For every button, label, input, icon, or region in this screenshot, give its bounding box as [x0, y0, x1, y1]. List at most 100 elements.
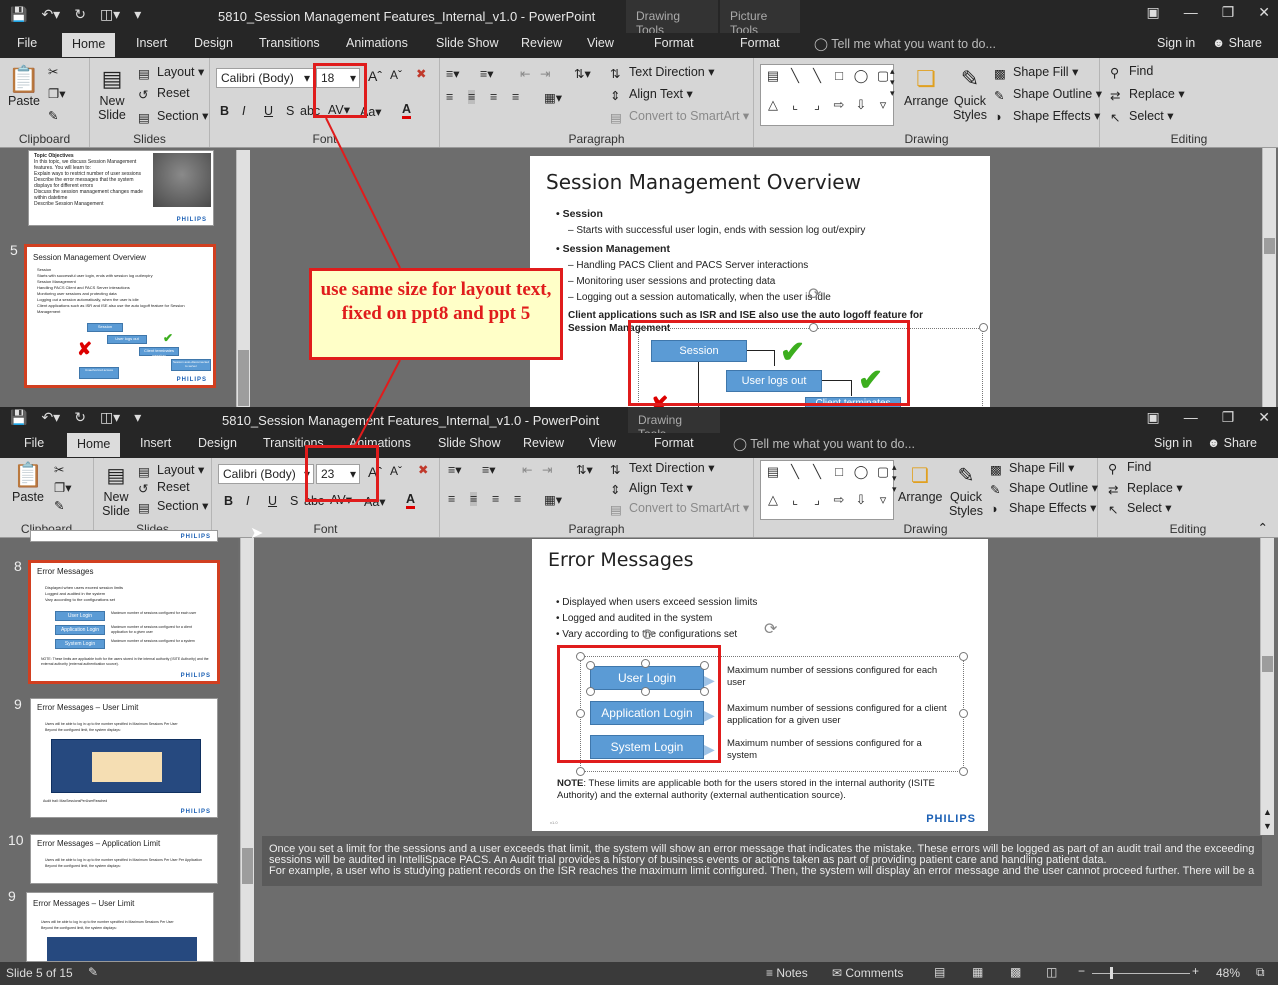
rotate-handle-icon[interactable]: ⟳ [764, 619, 777, 639]
decrease-indent-icon[interactable]: ⇤ [520, 66, 530, 81]
present-icon[interactable]: ◫▾ [100, 6, 120, 23]
slide-scrollbar-handle[interactable] [1264, 238, 1275, 254]
bold-icon[interactable]: B [224, 494, 233, 508]
zoom-slider[interactable] [1092, 973, 1190, 974]
section-button[interactable]: ▤ Section ▾ [138, 498, 208, 515]
decrease-indent-icon[interactable]: ⇤ [522, 462, 532, 477]
undo-icon[interactable]: ↶▾ [41, 6, 60, 23]
thumb-scrollbar[interactable] [240, 538, 254, 962]
line-shape-icon[interactable]: ╲ [807, 67, 827, 94]
clear-formatting-icon[interactable]: ✖ [416, 66, 426, 81]
tab-view[interactable]: View [589, 436, 616, 450]
tab-insert[interactable]: Insert [140, 436, 171, 450]
fit-slide-icon[interactable]: ⧉ [1256, 965, 1265, 980]
align-center-icon[interactable]: ≡ [468, 90, 476, 104]
triangle-shape-icon[interactable]: △ [763, 491, 783, 517]
slide-thumbnail-7[interactable]: PHILIPS [30, 530, 218, 542]
justify-icon[interactable]: ≡ [514, 492, 521, 506]
tab-format-drawing[interactable]: Format [654, 36, 694, 50]
thumb-scrollbar[interactable] [236, 150, 250, 407]
layout-button[interactable]: ▤ Layout ▾ [138, 462, 204, 479]
comments-toggle[interactable]: ✉ Comments [832, 966, 903, 980]
selection-handle[interactable] [576, 767, 585, 776]
shapes-gallery[interactable]: ▤ ╲ ╲ □ ◯ ▢ △ ⌞ ⌟ ⇨ ⇩ ▿ [760, 64, 894, 126]
grow-font-icon[interactable]: Aˆ [368, 68, 382, 84]
minimize-icon[interactable]: — [1184, 4, 1198, 21]
shadow-icon[interactable]: S [286, 104, 294, 118]
shape-effects-button[interactable]: ◑ Shape Effects ▾ [994, 108, 1100, 124]
collapse-ribbon-icon[interactable]: ⌃ [1258, 520, 1268, 535]
customize-qat-icon[interactable]: ▾ [134, 6, 141, 23]
zoom-in-icon[interactable]: + [1192, 964, 1199, 978]
rounded-rect-shape-icon[interactable]: ▢ [873, 463, 893, 489]
replace-button[interactable]: ⇄ Replace ▾ [1108, 480, 1183, 497]
tab-format-drawing[interactable]: Format [654, 436, 694, 450]
elbow-shape-icon[interactable]: ⌞ [785, 96, 805, 123]
shape-effects-button[interactable]: ◑ Shape Effects ▾ [990, 500, 1096, 516]
slide-thumbnail-5[interactable]: Session Management Overview Session Star… [24, 244, 216, 388]
tab-design[interactable]: Design [198, 436, 237, 450]
tab-animations[interactable]: Animations [346, 36, 408, 50]
notes-pane[interactable]: Once you set a limit for the sessions an… [262, 836, 1262, 886]
convert-smartart-button[interactable]: ▤ Convert to SmartArt ▾ [610, 108, 749, 125]
font-name-combo[interactable]: Calibri (Body) ▾ [218, 464, 314, 484]
sign-in-link[interactable]: Sign in [1154, 436, 1192, 450]
line-spacing-icon[interactable]: ⇅▾ [576, 462, 593, 477]
sign-in-link[interactable]: Sign in [1157, 36, 1195, 50]
textbox-shape-icon[interactable]: ▤ [763, 463, 783, 489]
paste-button[interactable]: 📋 Paste [6, 64, 42, 108]
tell-me-box[interactable]: ◯ Tell me what you want to do... [814, 36, 996, 51]
share-button[interactable]: ☻ Share [1207, 436, 1257, 450]
minimize-icon[interactable]: — [1184, 409, 1198, 426]
shape-outline-button[interactable]: ✎ Shape Outline ▾ [994, 86, 1102, 103]
close-icon[interactable]: ✕ [1258, 4, 1270, 21]
tab-design[interactable]: Design [194, 36, 233, 50]
tab-insert[interactable]: Insert [136, 36, 167, 50]
shape-fill-button[interactable]: ▩ Shape Fill ▾ [990, 460, 1074, 477]
convert-smartart-button[interactable]: ▤ Convert to SmartArt ▾ [610, 500, 749, 517]
thumb-scrollbar-handle[interactable] [238, 350, 249, 406]
find-button[interactable]: ⚲ Find [1110, 64, 1153, 80]
format-painter-icon[interactable]: ✎ [54, 498, 64, 513]
tab-slide-show[interactable]: Slide Show [436, 36, 499, 50]
shape-outline-button[interactable]: ✎ Shape Outline ▾ [990, 480, 1098, 497]
ribbon-display-icon[interactable]: ▣ [1146, 4, 1159, 21]
slideshow-icon[interactable]: ◫ [1046, 965, 1057, 979]
numbering-icon[interactable]: ≡▾ [482, 462, 496, 477]
tab-slide-show[interactable]: Slide Show [438, 436, 501, 450]
zoom-out-icon[interactable]: − [1078, 964, 1085, 978]
redo-icon[interactable]: ↻ [74, 6, 86, 23]
copy-icon[interactable]: ❐▾ [48, 86, 65, 101]
elbow-shape-icon[interactable]: ⌟ [807, 491, 827, 517]
elbow-shape-icon[interactable]: ⌞ [785, 491, 805, 517]
present-icon[interactable]: ◫▾ [100, 409, 120, 426]
increase-indent-icon[interactable]: ⇥ [540, 66, 550, 81]
arrow-down-shape-icon[interactable]: ⇩ [851, 96, 871, 123]
paste-button[interactable]: 📋 Paste [8, 462, 48, 504]
tell-me-box[interactable]: ◯ Tell me what you want to do... [733, 436, 915, 451]
text-direction-button[interactable]: ⇅ Text Direction ▾ [610, 460, 714, 477]
increase-indent-icon[interactable]: ⇥ [542, 462, 552, 477]
spell-check-icon[interactable]: ✎ [88, 965, 98, 979]
slide-scrollbar[interactable] [1262, 148, 1276, 407]
align-right-icon[interactable]: ≡ [490, 90, 497, 104]
arrange-button[interactable]: ❏ Arrange [898, 462, 942, 504]
select-button[interactable]: ↖ Select ▾ [1110, 108, 1174, 125]
ribbon-display-icon[interactable]: ▣ [1146, 409, 1159, 426]
align-left-icon[interactable]: ≡ [448, 492, 455, 506]
selection-handle[interactable] [959, 652, 968, 661]
textbox-shape-icon[interactable]: ▤ [763, 67, 783, 94]
arrow-right-shape-icon[interactable]: ⇨ [829, 96, 849, 123]
thumb-scrollbar-handle[interactable] [242, 848, 253, 884]
tab-home[interactable]: Home [67, 433, 121, 457]
undo-icon[interactable]: ↶▾ [41, 409, 60, 426]
font-color-icon[interactable]: A [402, 102, 412, 119]
more-shapes-icon[interactable]: ▿ [873, 96, 893, 123]
more-shapes-icon[interactable]: ▿ [873, 491, 893, 517]
customize-qat-icon[interactable]: ▾ [134, 409, 141, 426]
font-color-icon[interactable]: A [406, 492, 416, 509]
columns-icon[interactable]: ▦▾ [544, 492, 562, 507]
tab-file[interactable]: File [24, 436, 44, 450]
cut-icon[interactable]: ✂ [54, 462, 64, 477]
tab-format-picture[interactable]: Format [740, 36, 780, 50]
